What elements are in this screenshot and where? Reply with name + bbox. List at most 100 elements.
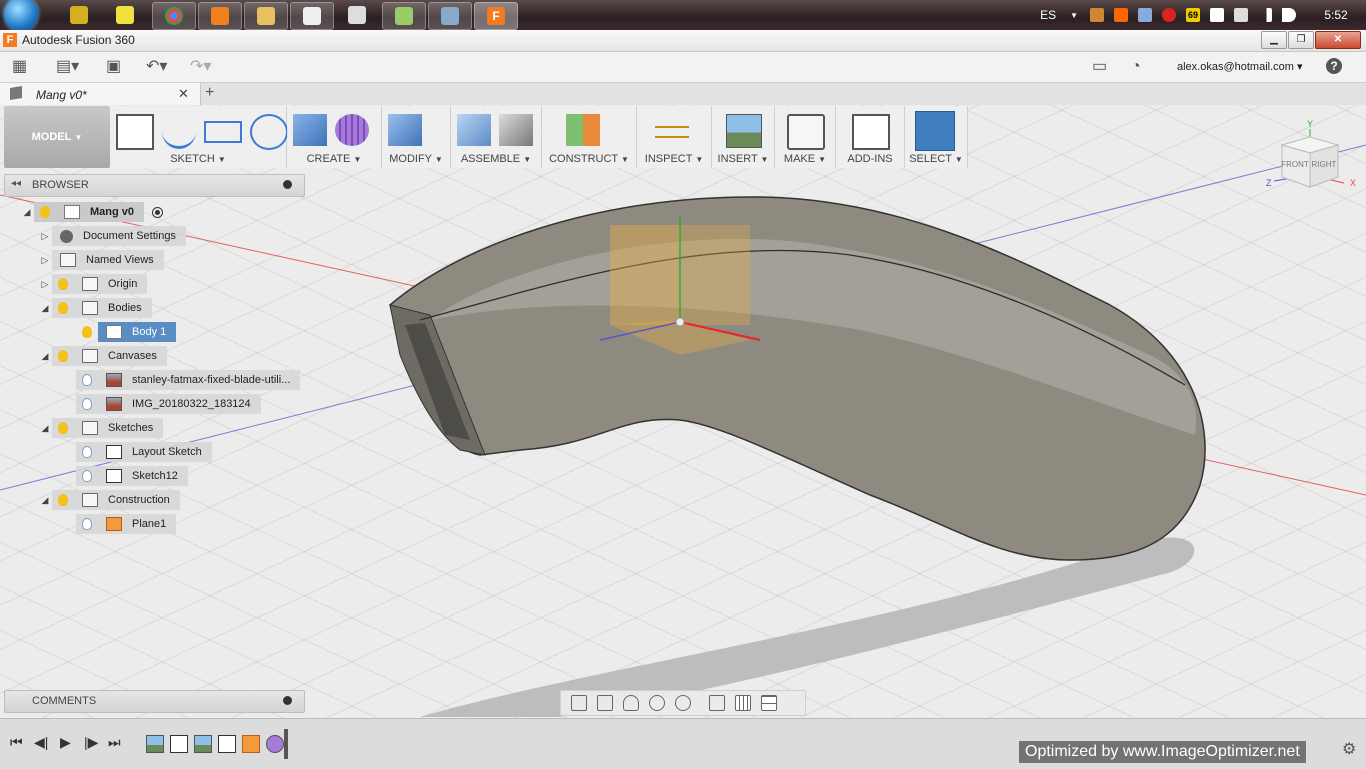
timeline-canvas-icon[interactable] [146, 735, 164, 753]
visibility-bulb-off-icon[interactable] [82, 446, 92, 458]
tab-mang-v0[interactable]: Mang v0* ✕ [0, 83, 201, 105]
grid-settings-icon[interactable] [735, 695, 751, 711]
tree-item-sketches[interactable]: ◢ Sketches [38, 418, 164, 438]
orbit-icon[interactable] [571, 695, 587, 711]
taskbar-app-generic[interactable] [290, 2, 334, 30]
visibility-bulb-icon[interactable] [58, 350, 68, 362]
browser-root[interactable]: ◢ Mang v0 [20, 202, 164, 222]
ribbon-group-construct[interactable]: CONSTRUCT ▼ [542, 106, 637, 168]
visibility-bulb-icon[interactable] [58, 278, 68, 290]
expand-icon[interactable]: ▷ [38, 279, 52, 290]
ribbon-group-assemble[interactable]: ASSEMBLE ▼ [451, 106, 542, 168]
close-button[interactable]: ✕ [1315, 31, 1361, 49]
data-panel-grid-icon[interactable]: ▦ [12, 59, 27, 75]
pin-panel-icon[interactable] [283, 180, 292, 189]
new-component-icon[interactable] [457, 114, 491, 146]
create-sketch-icon[interactable] [116, 114, 154, 150]
tree-item-sketch12[interactable]: Sketch12 [76, 466, 188, 486]
taskbar-app-chrome[interactable] [152, 2, 196, 30]
visibility-bulb-off-icon[interactable] [82, 518, 92, 530]
collapse-icon[interactable]: ◢ [38, 351, 52, 362]
ribbon-group-select[interactable]: SELECT ▼ [905, 106, 968, 168]
tree-item-named-views[interactable]: ▷ Named Views [38, 250, 164, 270]
volume-icon[interactable] [1282, 8, 1296, 22]
go-to-start-icon[interactable]: ⏮ [10, 734, 23, 751]
visibility-bulb-off-icon[interactable] [82, 470, 92, 482]
play-icon[interactable]: ▶ [60, 734, 71, 751]
workspace-switcher[interactable]: MODEL ▼ [4, 106, 110, 168]
rectangle-icon[interactable] [204, 121, 242, 143]
tree-item-construction[interactable]: ◢ Construction [38, 490, 180, 510]
collapse-icon[interactable]: ◢ [38, 303, 52, 314]
tray-badge-icon[interactable]: 69 [1186, 8, 1200, 22]
tree-item-layout-sketch[interactable]: Layout Sketch [76, 442, 212, 462]
tree-item-document-settings[interactable]: ▷ Document Settings [38, 226, 186, 246]
taskbar-app-notepad[interactable] [104, 2, 146, 28]
visibility-bulb-off-icon[interactable] [82, 374, 92, 386]
maximize-button[interactable]: ❐ [1288, 31, 1314, 49]
form-icon[interactable] [335, 114, 369, 146]
taskbar-app-messenger[interactable] [382, 2, 426, 30]
extrude-icon[interactable] [293, 114, 327, 146]
tree-item-plane1[interactable]: Plane1 [76, 514, 177, 534]
save-icon[interactable]: ▣ [106, 59, 121, 75]
ribbon-group-make[interactable]: MAKE ▼ [775, 106, 836, 168]
timeline-sketch-icon[interactable] [170, 735, 188, 753]
browser-panel-header[interactable]: ◂◂ BROWSER [4, 174, 305, 197]
collapse-icon[interactable]: ◢ [20, 207, 34, 218]
visibility-bulb-icon[interactable] [82, 326, 92, 338]
tray-expand-icon[interactable]: ▼ [1070, 11, 1078, 20]
scripts-icon[interactable] [852, 114, 890, 150]
user-account-menu[interactable]: alex.okas@hotmail.com ▾ [1177, 60, 1303, 73]
battery-icon[interactable] [1234, 8, 1248, 22]
avast-icon[interactable] [1114, 8, 1128, 22]
notifications-icon[interactable]: ▭ [1092, 59, 1107, 75]
viewcube[interactable]: FRONT RIGHT Y X Z [1264, 115, 1360, 195]
file-menu-icon[interactable]: ▤▾ [56, 59, 79, 75]
undo-icon[interactable]: ↶▾ [146, 59, 167, 75]
visibility-bulb-icon[interactable] [40, 206, 50, 218]
visibility-bulb-off-icon[interactable] [82, 398, 92, 410]
ribbon-group-sketch[interactable]: SKETCH ▼ [110, 106, 288, 168]
signal-icon[interactable] [1258, 8, 1272, 22]
select-icon[interactable] [915, 111, 955, 151]
tree-item-origin[interactable]: ▷ Origin [38, 274, 148, 294]
taskbar-app-explorer[interactable] [244, 2, 288, 30]
activate-radio-icon[interactable] [152, 206, 164, 218]
ribbon-group-create[interactable]: CREATE ▼ [287, 106, 382, 168]
display-settings-icon[interactable] [709, 695, 725, 711]
ribbon-group-insert[interactable]: INSERT ▼ [712, 106, 775, 168]
go-to-end-icon[interactable]: ⏭ [108, 734, 121, 751]
circle-icon[interactable] [250, 114, 288, 150]
visibility-bulb-icon[interactable] [58, 302, 68, 314]
mega-icon[interactable] [1162, 8, 1176, 22]
tree-item-canvas-img[interactable]: IMG_20180322_183124 [76, 394, 261, 414]
timeline-form-icon[interactable] [266, 735, 284, 753]
taskbar-app-calculator[interactable] [336, 2, 378, 28]
tree-item-canvas-stanley[interactable]: stanley-fatmax-fixed-blade-utili... [76, 370, 301, 390]
ribbon-group-add-ins[interactable]: ADD-INS [836, 106, 905, 168]
taskbar-app-fusion[interactable]: F [474, 2, 518, 30]
expand-icon[interactable]: ▷ [38, 255, 52, 266]
ribbon-group-modify[interactable]: MODIFY ▼ [382, 106, 451, 168]
step-forward-icon[interactable]: |▶ [84, 734, 98, 751]
timeline-marker[interactable] [284, 729, 288, 759]
comments-panel-header[interactable]: COMMENTS [4, 690, 305, 713]
cloud-icon[interactable] [1138, 8, 1152, 22]
clock[interactable]: 5:52 [1306, 8, 1366, 22]
collapse-icon[interactable]: ◢ [38, 423, 52, 434]
job-status-icon[interactable]: ◔ [1131, 59, 1141, 75]
taskbar-app-winamp[interactable] [58, 2, 100, 28]
timeline-canvas-icon[interactable] [194, 735, 212, 753]
close-tab-icon[interactable]: ✕ [178, 86, 189, 102]
timeline-plane-icon[interactable] [242, 735, 260, 753]
collapse-icon[interactable]: ◢ [38, 495, 52, 506]
joint-icon[interactable] [499, 114, 533, 146]
help-icon[interactable]: ? [1326, 58, 1342, 74]
canvas-image-icon[interactable] [726, 114, 762, 148]
add-comment-icon[interactable] [283, 696, 292, 705]
redo-icon[interactable]: ↷▾ [190, 59, 211, 75]
new-tab-button[interactable]: + [205, 84, 214, 102]
taskbar-app-remote[interactable] [428, 2, 472, 30]
start-button[interactable] [4, 0, 44, 31]
